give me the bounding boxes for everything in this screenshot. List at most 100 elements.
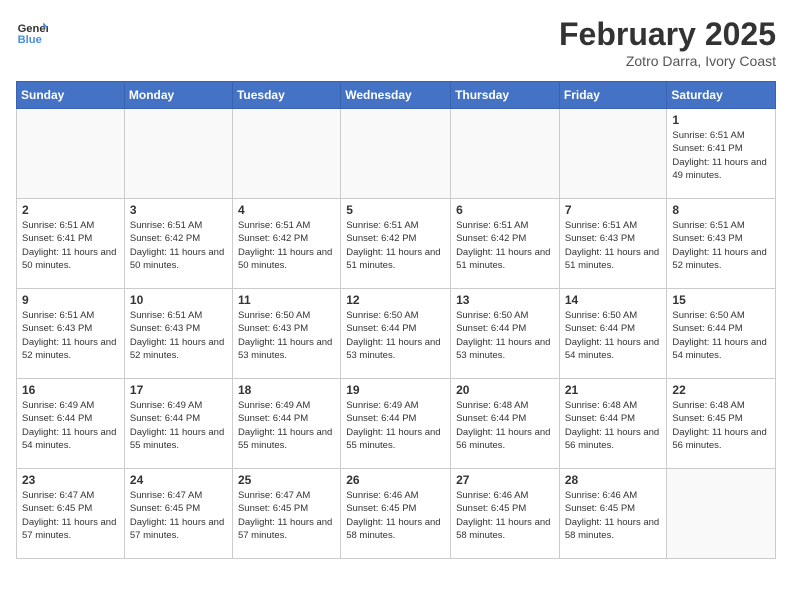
calendar-day-cell: 24 Sunrise: 6:47 AM Sunset: 6:45 PM Dayli… [124, 469, 232, 559]
page-header: General Blue February 2025 Zotro Darra, … [16, 16, 776, 69]
day-info: Sunrise: 6:48 AM Sunset: 6:44 PM Dayligh… [456, 399, 554, 452]
day-number: 7 [565, 203, 662, 217]
calendar-day-cell [124, 109, 232, 199]
svg-text:Blue: Blue [18, 34, 42, 46]
day-info: Sunrise: 6:49 AM Sunset: 6:44 PM Dayligh… [130, 399, 227, 452]
calendar-day-cell [17, 109, 125, 199]
calendar-day-cell [559, 109, 667, 199]
day-number: 2 [22, 203, 119, 217]
calendar-day-cell: 6 Sunrise: 6:51 AM Sunset: 6:42 PM Daylig… [451, 199, 560, 289]
day-number: 13 [456, 293, 554, 307]
calendar-week-row: 9 Sunrise: 6:51 AM Sunset: 6:43 PM Daylig… [17, 289, 776, 379]
calendar-day-cell: 25 Sunrise: 6:47 AM Sunset: 6:45 PM Dayli… [232, 469, 340, 559]
day-info: Sunrise: 6:50 AM Sunset: 6:44 PM Dayligh… [456, 309, 554, 362]
calendar-day-cell: 12Sunrise: 6:50 AM Sunset: 6:44 PM Dayli… [341, 289, 451, 379]
day-number: 15 [672, 293, 770, 307]
day-info: Sunrise: 6:51 AM Sunset: 6:42 PM Dayligh… [456, 219, 554, 272]
calendar-day-cell [451, 109, 560, 199]
calendar-day-cell: 18 Sunrise: 6:49 AM Sunset: 6:44 PM Dayli… [232, 379, 340, 469]
day-info: Sunrise: 6:49 AM Sunset: 6:44 PM Dayligh… [22, 399, 119, 452]
location-subtitle: Zotro Darra, Ivory Coast [559, 53, 776, 69]
day-number: 4 [238, 203, 335, 217]
day-info: Sunrise: 6:47 AM Sunset: 6:45 PM Dayligh… [238, 489, 335, 542]
month-title: February 2025 [559, 16, 776, 53]
day-number: 10 [130, 293, 227, 307]
day-number: 21 [565, 383, 662, 397]
calendar-week-row: 16 Sunrise: 6:49 AM Sunset: 6:44 PM Dayli… [17, 379, 776, 469]
calendar-day-cell [341, 109, 451, 199]
calendar-week-row: 1Sunrise: 6:51 AM Sunset: 6:41 PM Daylig… [17, 109, 776, 199]
day-number: 16 [22, 383, 119, 397]
day-info: Sunrise: 6:51 AM Sunset: 6:43 PM Dayligh… [672, 219, 770, 272]
calendar-day-cell: 15Sunrise: 6:50 AM Sunset: 6:44 PM Dayli… [667, 289, 776, 379]
calendar-day-cell: 2 Sunrise: 6:51 AM Sunset: 6:41 PM Daylig… [17, 199, 125, 289]
day-number: 1 [672, 113, 770, 127]
day-number: 9 [22, 293, 119, 307]
day-number: 8 [672, 203, 770, 217]
day-info: Sunrise: 6:49 AM Sunset: 6:44 PM Dayligh… [238, 399, 335, 452]
day-of-week-header: Tuesday [232, 82, 340, 109]
day-number: 27 [456, 473, 554, 487]
calendar-week-row: 2 Sunrise: 6:51 AM Sunset: 6:41 PM Daylig… [17, 199, 776, 289]
day-of-week-header: Thursday [451, 82, 560, 109]
day-info: Sunrise: 6:48 AM Sunset: 6:45 PM Dayligh… [672, 399, 770, 452]
day-number: 12 [346, 293, 445, 307]
calendar-header-row: SundayMondayTuesdayWednesdayThursdayFrid… [17, 82, 776, 109]
day-number: 28 [565, 473, 662, 487]
calendar-day-cell: 13 Sunrise: 6:50 AM Sunset: 6:44 PM Dayli… [451, 289, 560, 379]
calendar-day-cell: 26 Sunrise: 6:46 AM Sunset: 6:45 PM Dayli… [341, 469, 451, 559]
day-number: 17 [130, 383, 227, 397]
calendar-day-cell: 20 Sunrise: 6:48 AM Sunset: 6:44 PM Dayli… [451, 379, 560, 469]
day-info: Sunrise: 6:50 AM Sunset: 6:43 PM Dayligh… [238, 309, 335, 362]
day-number: 14 [565, 293, 662, 307]
calendar-day-cell: 8 Sunrise: 6:51 AM Sunset: 6:43 PM Daylig… [667, 199, 776, 289]
day-number: 18 [238, 383, 335, 397]
logo: General Blue [16, 16, 48, 48]
day-number: 5 [346, 203, 445, 217]
day-number: 22 [672, 383, 770, 397]
calendar-day-cell: 11 Sunrise: 6:50 AM Sunset: 6:43 PM Dayli… [232, 289, 340, 379]
calendar-day-cell [232, 109, 340, 199]
day-info: Sunrise: 6:50 AM Sunset: 6:44 PM Dayligh… [565, 309, 662, 362]
day-of-week-header: Wednesday [341, 82, 451, 109]
calendar-day-cell: 16 Sunrise: 6:49 AM Sunset: 6:44 PM Dayli… [17, 379, 125, 469]
calendar-day-cell: 4 Sunrise: 6:51 AM Sunset: 6:42 PM Daylig… [232, 199, 340, 289]
calendar-day-cell: 28 Sunrise: 6:46 AM Sunset: 6:45 PM Dayli… [559, 469, 667, 559]
calendar-day-cell: 27 Sunrise: 6:46 AM Sunset: 6:45 PM Dayli… [451, 469, 560, 559]
calendar-week-row: 23Sunrise: 6:47 AM Sunset: 6:45 PM Dayli… [17, 469, 776, 559]
calendar-day-cell [667, 469, 776, 559]
day-info: Sunrise: 6:46 AM Sunset: 6:45 PM Dayligh… [565, 489, 662, 542]
day-of-week-header: Monday [124, 82, 232, 109]
day-of-week-header: Friday [559, 82, 667, 109]
day-number: 6 [456, 203, 554, 217]
day-number: 19 [346, 383, 445, 397]
day-info: Sunrise: 6:51 AM Sunset: 6:43 PM Dayligh… [565, 219, 662, 272]
day-info: Sunrise: 6:47 AM Sunset: 6:45 PM Dayligh… [22, 489, 119, 542]
calendar-day-cell: 3Sunrise: 6:51 AM Sunset: 6:42 PM Daylig… [124, 199, 232, 289]
day-info: Sunrise: 6:51 AM Sunset: 6:43 PM Dayligh… [130, 309, 227, 362]
day-number: 20 [456, 383, 554, 397]
day-info: Sunrise: 6:51 AM Sunset: 6:42 PM Dayligh… [238, 219, 335, 272]
title-block: February 2025 Zotro Darra, Ivory Coast [559, 16, 776, 69]
calendar-day-cell: 19Sunrise: 6:49 AM Sunset: 6:44 PM Dayli… [341, 379, 451, 469]
day-number: 24 [130, 473, 227, 487]
day-of-week-header: Sunday [17, 82, 125, 109]
day-info: Sunrise: 6:51 AM Sunset: 6:41 PM Dayligh… [22, 219, 119, 272]
day-info: Sunrise: 6:46 AM Sunset: 6:45 PM Dayligh… [456, 489, 554, 542]
day-info: Sunrise: 6:51 AM Sunset: 6:42 PM Dayligh… [346, 219, 445, 272]
day-number: 25 [238, 473, 335, 487]
calendar-day-cell: 14 Sunrise: 6:50 AM Sunset: 6:44 PM Dayli… [559, 289, 667, 379]
day-number: 11 [238, 293, 335, 307]
calendar-day-cell: 1Sunrise: 6:51 AM Sunset: 6:41 PM Daylig… [667, 109, 776, 199]
calendar-day-cell: 21 Sunrise: 6:48 AM Sunset: 6:44 PM Dayli… [559, 379, 667, 469]
calendar-day-cell: 9Sunrise: 6:51 AM Sunset: 6:43 PM Daylig… [17, 289, 125, 379]
calendar-day-cell: 22 Sunrise: 6:48 AM Sunset: 6:45 PM Dayli… [667, 379, 776, 469]
day-info: Sunrise: 6:48 AM Sunset: 6:44 PM Dayligh… [565, 399, 662, 452]
day-of-week-header: Saturday [667, 82, 776, 109]
day-info: Sunrise: 6:46 AM Sunset: 6:45 PM Dayligh… [346, 489, 445, 542]
day-number: 26 [346, 473, 445, 487]
day-info: Sunrise: 6:47 AM Sunset: 6:45 PM Dayligh… [130, 489, 227, 542]
calendar-day-cell: 17 Sunrise: 6:49 AM Sunset: 6:44 PM Dayli… [124, 379, 232, 469]
day-number: 3 [130, 203, 227, 217]
calendar-day-cell: 10 Sunrise: 6:51 AM Sunset: 6:43 PM Dayli… [124, 289, 232, 379]
